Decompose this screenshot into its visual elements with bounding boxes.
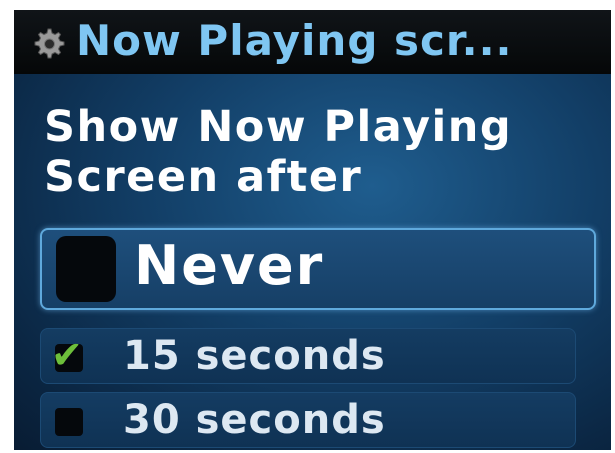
option-30-seconds[interactable]: 30 seconds [40,392,576,448]
option-label: 30 seconds [123,397,386,443]
window-title: Now Playing scr... [76,16,513,65]
title-bar: Now Playing scr... [14,10,611,74]
now-playing-settings-screen: Now Playing scr... Show Now Playing Scre… [14,10,611,450]
option-label: Never [134,234,325,297]
checkbox-unchecked[interactable] [55,408,83,436]
checkbox-unchecked[interactable] [56,236,116,302]
option-15-seconds[interactable]: ✔ 15 seconds [40,328,576,384]
checkbox-checked[interactable]: ✔ [51,336,83,374]
setting-heading: Show Now Playing Screen after [44,102,512,202]
heading-line-1: Show Now Playing [44,102,513,152]
gear-icon [34,28,65,59]
option-never[interactable]: Never [40,228,596,310]
checkmark-icon: ✔ [51,333,83,377]
heading-line-2: Screen after [44,152,363,202]
option-label: 15 seconds [123,333,386,379]
